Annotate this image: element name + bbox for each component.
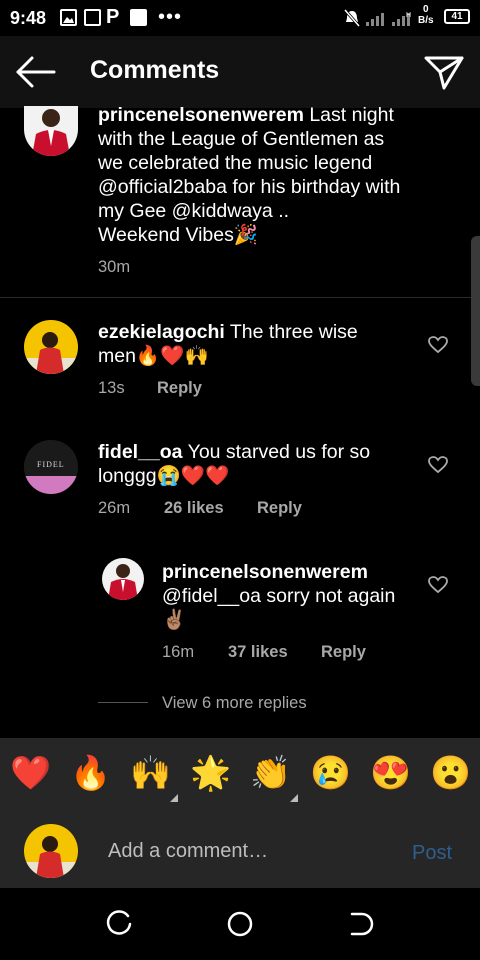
recent-apps-icon bbox=[106, 910, 132, 935]
comment-input[interactable]: Add a comment… bbox=[108, 840, 268, 863]
caption-timestamp: 30m bbox=[98, 258, 131, 276]
header-bar: Comments bbox=[0, 36, 480, 108]
notification-icon bbox=[130, 9, 147, 26]
svg-text:H: H bbox=[406, 12, 411, 19]
comment-text: ezekielagochi The three wise men🔥❤️🙌 bbox=[98, 320, 428, 368]
emoji-crying-face[interactable]: 😢 bbox=[310, 753, 351, 793]
caption-line: Last night bbox=[309, 104, 394, 126]
caption-line: my Gee @kiddwaya .. bbox=[98, 200, 290, 222]
reply-timestamp: 16m bbox=[162, 643, 195, 661]
comment-line: men🔥❤️🙌 bbox=[98, 345, 209, 367]
view-more-line bbox=[98, 702, 148, 703]
reply-line: ✌🏽 bbox=[162, 609, 187, 631]
avatar-label: FIDEL bbox=[37, 460, 65, 469]
reply-button[interactable]: Reply bbox=[157, 379, 202, 398]
net-speed-unit: B/s bbox=[418, 15, 434, 26]
avatar[interactable] bbox=[102, 558, 144, 600]
home-button[interactable] bbox=[226, 910, 254, 938]
divider bbox=[0, 297, 480, 298]
avatar-photo bbox=[24, 320, 78, 374]
comment-text: fidel__oa You starved us for so longgg😭❤… bbox=[98, 440, 428, 488]
avatar-photo bbox=[102, 558, 144, 600]
reply-text: princenelsonenwerem @fidel__oa sorry not… bbox=[162, 560, 432, 632]
avatar-photo bbox=[24, 824, 78, 878]
caption-line: with the League of Gentlemen as bbox=[98, 128, 385, 150]
comment-username[interactable]: ezekielagochi bbox=[98, 321, 225, 343]
emoji-heart[interactable]: ❤️ bbox=[10, 753, 51, 793]
net-speed-value: 0 bbox=[423, 4, 429, 15]
reply-line: @fidel__oa sorry not again bbox=[162, 585, 396, 607]
emoji-raised-hands[interactable]: 🙌 bbox=[130, 753, 171, 793]
emoji-clapping-hands[interactable]: 👏 bbox=[250, 753, 291, 793]
comment-line: You starved us for so bbox=[182, 441, 371, 463]
view-more-replies-button[interactable]: View 6 more replies bbox=[162, 694, 307, 713]
paper-plane-icon bbox=[424, 56, 464, 90]
more-notifications-icon: ••• bbox=[158, 6, 183, 28]
arrow-left-icon bbox=[16, 56, 56, 88]
avatar[interactable]: FIDEL bbox=[24, 440, 78, 494]
heart-outline-icon bbox=[428, 456, 448, 474]
emoji-surprised-face[interactable]: 😮 bbox=[430, 753, 471, 793]
back-nav-button[interactable] bbox=[346, 910, 374, 938]
recent-apps-button[interactable] bbox=[106, 910, 134, 938]
signal-h-icon: H bbox=[392, 10, 414, 26]
scrollbar-handle[interactable] bbox=[471, 236, 480, 386]
gallery-icon bbox=[60, 9, 77, 26]
signal-icon bbox=[366, 10, 388, 26]
comment-timestamp: 26m bbox=[98, 499, 131, 517]
reply-username[interactable]: princenelsonenwerem bbox=[162, 561, 368, 583]
reply-button[interactable]: Reply bbox=[321, 643, 366, 662]
variant-indicator bbox=[170, 794, 178, 802]
back-button[interactable] bbox=[14, 54, 58, 90]
heart-outline-icon bbox=[428, 576, 448, 594]
heart-outline-icon bbox=[428, 336, 448, 354]
caption-text: princenelsonenwerem Last night with the … bbox=[98, 103, 458, 247]
emoji-bar: ❤️ 🔥 🙌 🌟 👏 😢 😍 😮 bbox=[0, 738, 480, 814]
caption-line: we celebrated the music legend bbox=[98, 152, 373, 174]
caption-line: @official2baba for his birthday with bbox=[98, 176, 401, 198]
status-bar: 9:48 P ••• H 0 B/s 41 bbox=[0, 0, 480, 36]
like-button[interactable] bbox=[428, 456, 448, 474]
avatar[interactable] bbox=[24, 320, 78, 374]
post-button[interactable]: Post bbox=[412, 842, 452, 865]
variant-indicator bbox=[290, 794, 298, 802]
caption-username[interactable]: princenelsonenwerem bbox=[98, 104, 304, 126]
comment-timestamp: 13s bbox=[98, 379, 125, 397]
emoji-star[interactable]: 🌟 bbox=[190, 753, 231, 793]
comment-username[interactable]: fidel__oa bbox=[98, 441, 183, 463]
comment-line: longgg😭❤️❤️ bbox=[98, 465, 230, 487]
caption-line: Weekend Vibes🎉 bbox=[98, 224, 259, 246]
share-button[interactable] bbox=[422, 52, 466, 92]
emoji-fire[interactable]: 🔥 bbox=[70, 753, 111, 793]
avatar-photo bbox=[24, 106, 78, 156]
status-time: 9:48 bbox=[10, 8, 47, 28]
avatar[interactable] bbox=[24, 106, 78, 156]
mute-icon bbox=[343, 9, 361, 27]
p-app-icon: P bbox=[106, 6, 120, 28]
navigation-bar bbox=[0, 888, 480, 960]
like-button[interactable] bbox=[428, 336, 448, 354]
net-speed: 0 B/s bbox=[418, 4, 434, 26]
reply-button[interactable]: Reply bbox=[257, 499, 302, 518]
home-circle-icon bbox=[227, 911, 253, 937]
page-title: Comments bbox=[90, 56, 220, 84]
battery-icon: 41 bbox=[444, 9, 470, 24]
file-icon bbox=[84, 9, 101, 26]
back-nav-icon bbox=[350, 912, 374, 936]
avatar bbox=[24, 824, 78, 878]
likes-count[interactable]: 26 likes bbox=[164, 499, 224, 518]
emoji-heart-eyes[interactable]: 😍 bbox=[370, 753, 411, 793]
battery-level: 41 bbox=[451, 11, 463, 22]
likes-count[interactable]: 37 likes bbox=[228, 643, 288, 662]
like-button[interactable] bbox=[428, 576, 448, 594]
comment-composer: Add a comment… Post bbox=[0, 814, 480, 888]
comment-line: The three wise bbox=[224, 321, 358, 343]
